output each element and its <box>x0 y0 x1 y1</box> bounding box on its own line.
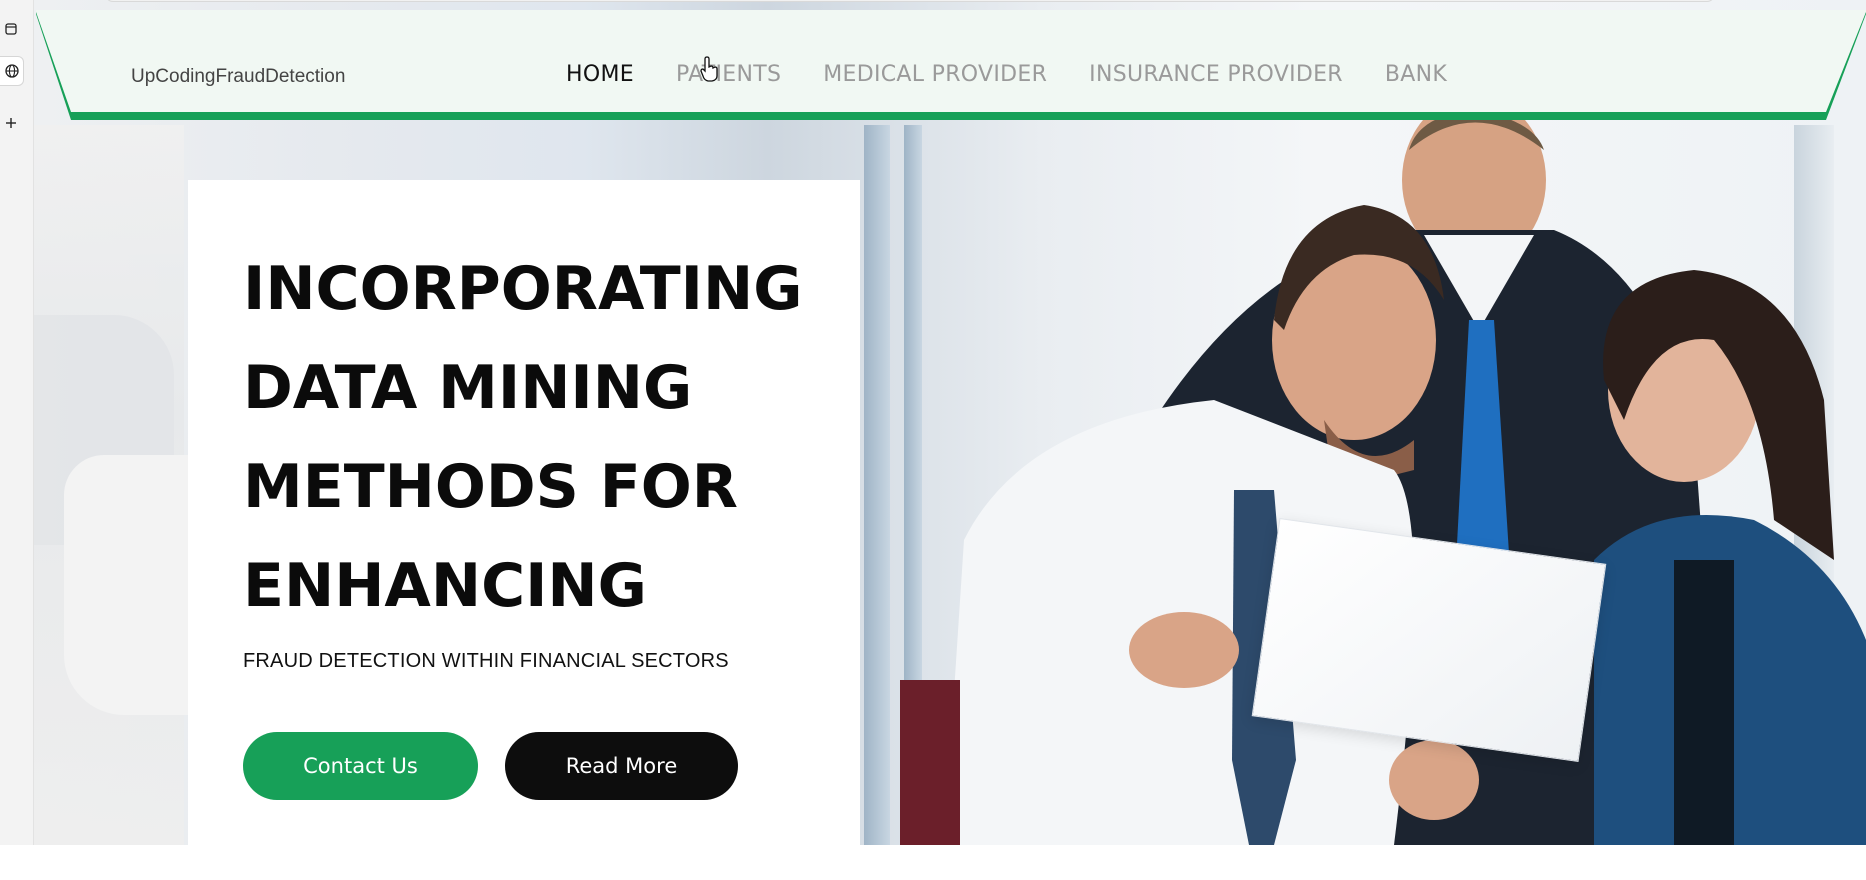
nav-link-patients[interactable]: PATIENTS <box>676 62 781 87</box>
address-bar-edge <box>105 0 1715 2</box>
brand-logo-text[interactable]: UpCodingFraudDetection <box>131 66 345 88</box>
hero-headline: INCORPORATING DATA MINING METHODS FOR EN… <box>243 240 843 636</box>
read-more-button[interactable]: Read More <box>505 732 738 800</box>
nav-link-medical-provider[interactable]: MEDICAL PROVIDER <box>823 62 1047 87</box>
hero-card: INCORPORATING DATA MINING METHODS FOR EN… <box>188 180 860 880</box>
nav-link-bank[interactable]: BANK <box>1385 62 1447 87</box>
headline-line: INCORPORATING <box>243 254 803 324</box>
nav-link-home[interactable]: HOME <box>566 62 634 87</box>
hand-cursor-icon <box>700 56 718 82</box>
headline-line: DATA MINING <box>243 353 693 423</box>
plus-icon[interactable] <box>0 112 22 134</box>
top-navbar: UpCodingFraudDetection HOME PATIENTS MED… <box>36 10 1866 124</box>
hero-subheading: FRAUD DETECTION WITHIN FINANCIAL SECTORS <box>243 650 729 672</box>
nav-link-insurance-provider[interactable]: INSURANCE PROVIDER <box>1089 62 1343 87</box>
headline-line: METHODS FOR <box>243 452 738 522</box>
main-nav: HOME PATIENTS MEDICAL PROVIDER INSURANCE… <box>566 62 1447 87</box>
browser-side-strip <box>0 0 34 845</box>
headline-line: ENHANCING <box>243 551 647 621</box>
contact-us-button[interactable]: Contact Us <box>243 732 478 800</box>
globe-icon[interactable] <box>0 56 24 86</box>
tab-icon[interactable] <box>0 18 22 40</box>
